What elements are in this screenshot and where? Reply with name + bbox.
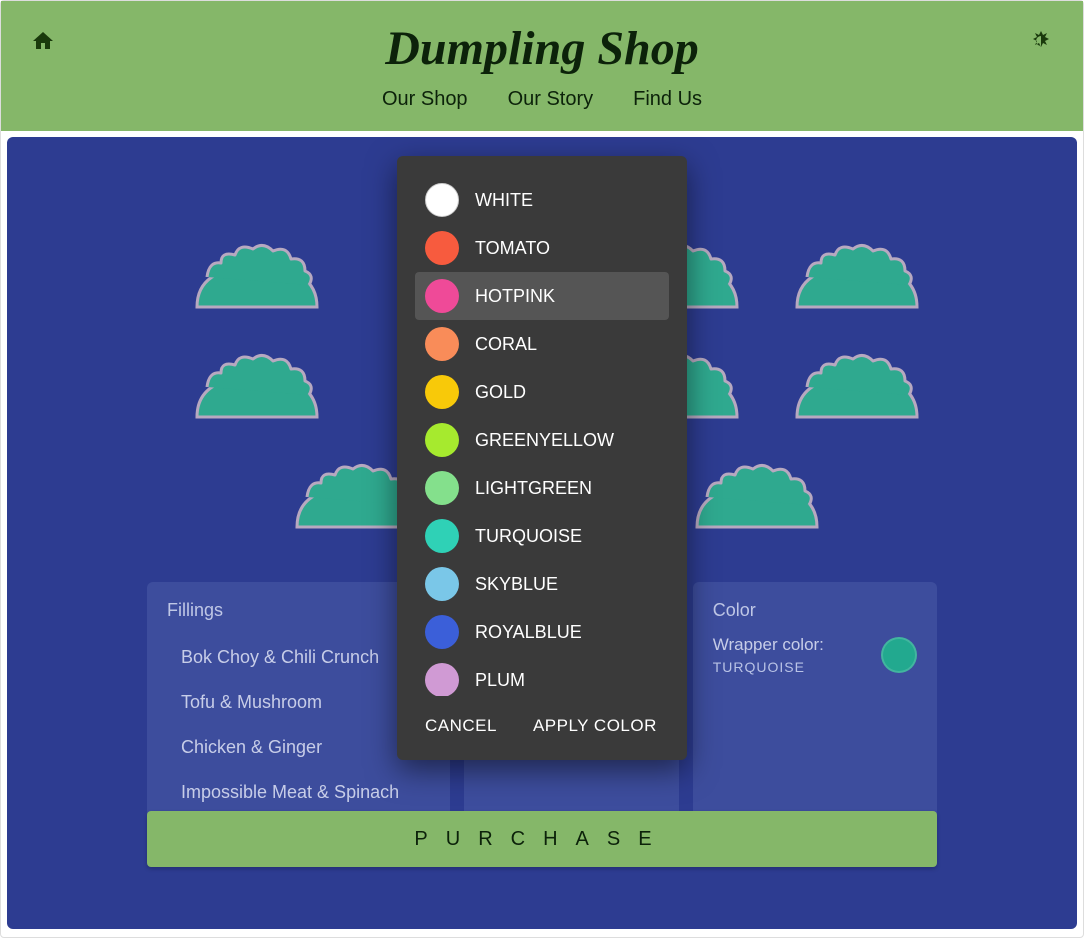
color-option-label: PLUM [475, 670, 525, 691]
color-swatch-icon [425, 231, 459, 265]
header: Dumpling Shop Our Shop Our Story Find Us [1, 1, 1083, 131]
color-option-label: TURQUOISE [475, 526, 582, 547]
color-option-label: LIGHTGREEN [475, 478, 592, 499]
page-title: Dumpling Shop [21, 21, 1063, 76]
color-title: Color [713, 600, 917, 621]
color-swatch-icon [425, 279, 459, 313]
nav-our-shop[interactable]: Our Shop [382, 88, 468, 111]
nav-find-us[interactable]: Find Us [633, 88, 702, 111]
color-option-label: GOLD [475, 382, 526, 403]
color-option-label: ROYALBLUE [475, 622, 582, 643]
color-swatch-icon [425, 663, 459, 696]
apply-color-button[interactable]: APPLY COLOR [533, 716, 657, 736]
color-option-hotpink[interactable]: HOTPINK [415, 272, 669, 320]
filling-option[interactable]: Tofu & Mushroom [167, 680, 430, 725]
color-option-royalblue[interactable]: ROYALBLUE [415, 608, 669, 656]
color-option-label: GREENYELLOW [475, 430, 614, 451]
color-option-label: WHITE [475, 190, 533, 211]
dumpling-icon [787, 237, 927, 317]
fillings-title: Fillings [167, 600, 430, 621]
color-option-gold[interactable]: GOLD [415, 368, 669, 416]
filling-option[interactable]: Chicken & Ginger [167, 725, 430, 770]
color-option-lightgreen[interactable]: LIGHTGREEN [415, 464, 669, 512]
color-card: Color Wrapper color: TURQUOISE [693, 582, 937, 842]
nav-our-story[interactable]: Our Story [508, 88, 594, 111]
color-option-label: CORAL [475, 334, 537, 355]
color-option-plum[interactable]: PLUM [415, 656, 669, 696]
theme-toggle-icon[interactable] [1029, 29, 1053, 58]
nav-row: Our Shop Our Story Find Us [21, 88, 1063, 111]
color-swatch-icon [425, 519, 459, 553]
color-option-greenyellow[interactable]: GREENYELLOW [415, 416, 669, 464]
dumpling-icon [187, 347, 327, 427]
color-option-label: HOTPINK [475, 286, 555, 307]
color-swatch-icon [425, 567, 459, 601]
color-swatch-icon [425, 375, 459, 409]
color-option-label: SKYBLUE [475, 574, 558, 595]
color-option-tomato[interactable]: TOMATO [415, 224, 669, 272]
purchase-button[interactable]: PURCHASE [147, 811, 937, 867]
color-option-skyblue[interactable]: SKYBLUE [415, 560, 669, 608]
color-option-label: TOMATO [475, 238, 550, 259]
color-option-white[interactable]: WHITE [415, 176, 669, 224]
home-icon[interactable] [31, 29, 55, 58]
color-swatch-icon [425, 471, 459, 505]
filling-option[interactable]: Bok Choy & Chili Crunch [167, 635, 430, 680]
color-option-turquoise[interactable]: TURQUOISE [415, 512, 669, 560]
color-swatch-icon [425, 183, 459, 217]
color-picker-dialog: WHITE TOMATO HOTPINK CORAL GOLD GREENYELLOW LI… [397, 156, 687, 760]
wrapper-color-label: Wrapper color: [713, 635, 824, 655]
color-swatch-icon [425, 423, 459, 457]
filling-option[interactable]: Impossible Meat & Spinach [167, 770, 430, 815]
color-swatch-icon [425, 615, 459, 649]
dumpling-icon [187, 237, 327, 317]
dumpling-icon [787, 347, 927, 427]
color-option-coral[interactable]: CORAL [415, 320, 669, 368]
wrapper-color-value: TURQUOISE [713, 659, 824, 675]
cancel-button[interactable]: CANCEL [425, 716, 497, 736]
color-list[interactable]: WHITE TOMATO HOTPINK CORAL GOLD GREENYELLOW LI… [415, 176, 675, 696]
color-swatch-icon [425, 327, 459, 361]
wrapper-color-swatch[interactable] [881, 637, 917, 673]
dumpling-icon [687, 457, 827, 537]
